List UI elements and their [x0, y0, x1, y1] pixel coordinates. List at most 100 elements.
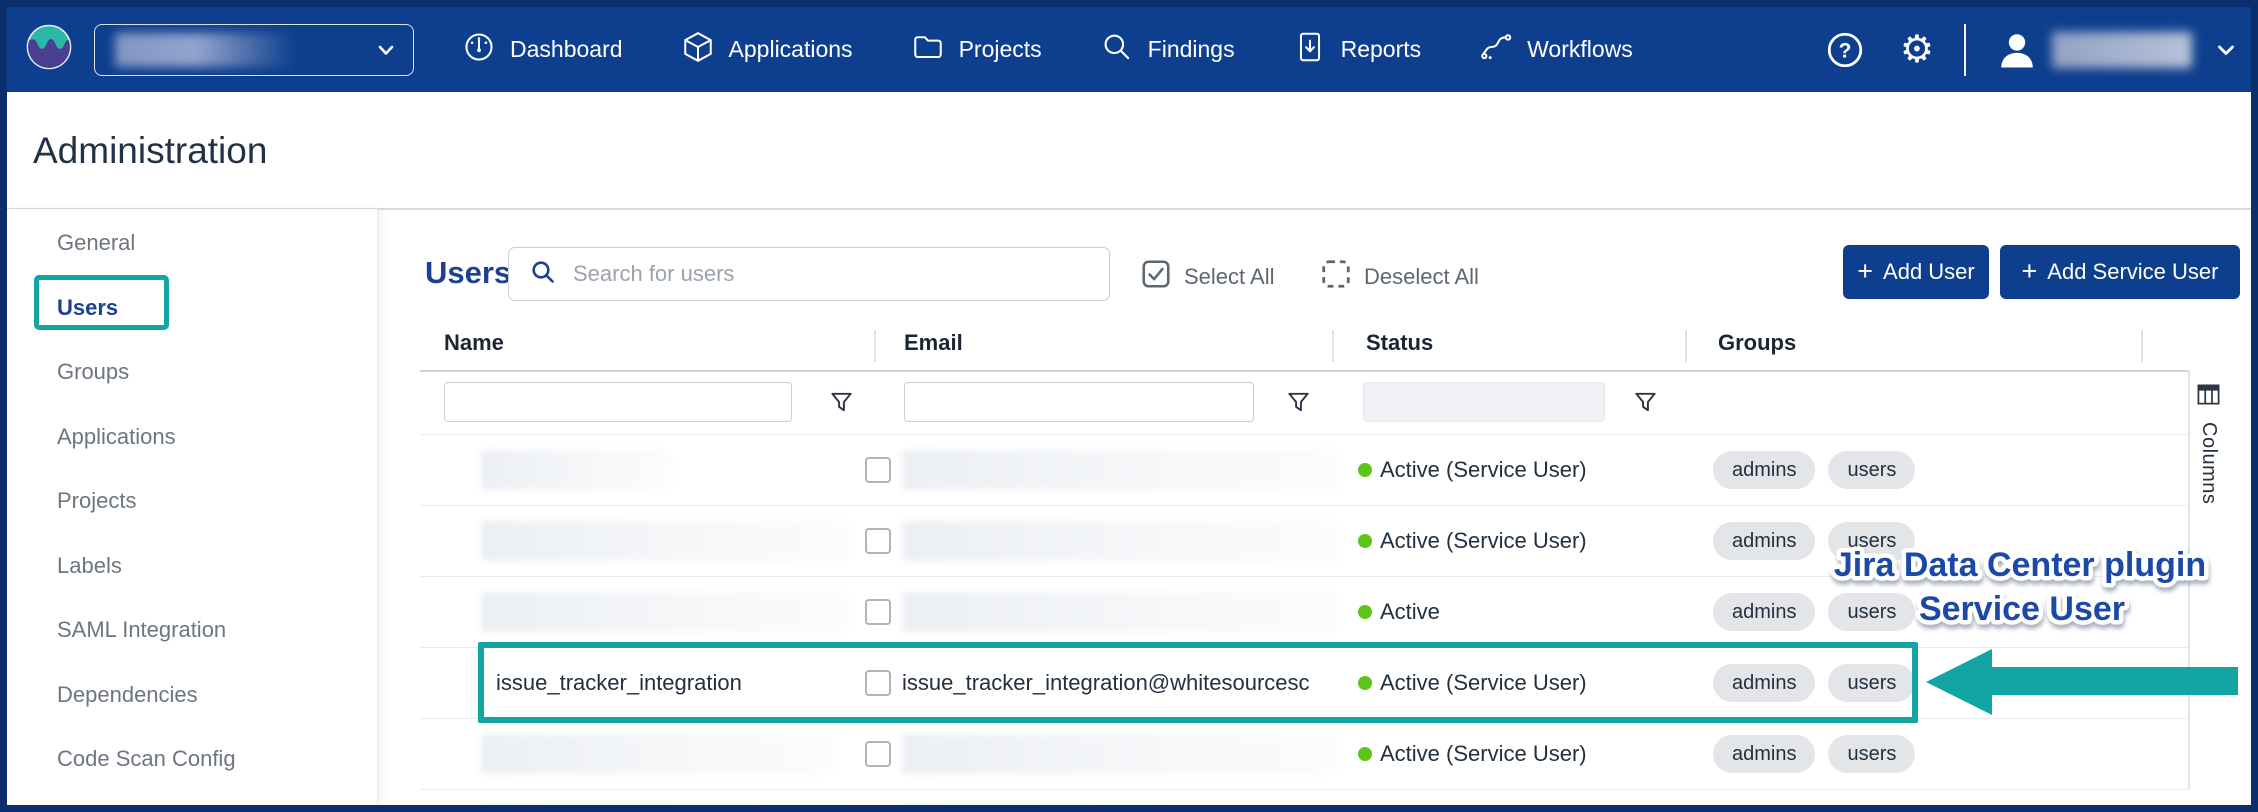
user-search [508, 247, 1110, 301]
status-text: Active [1380, 599, 1440, 625]
header-underline [420, 370, 2188, 372]
group-chip: users [1828, 735, 1915, 773]
group-chip: admins [1713, 451, 1815, 489]
sidebar-item-code-scan-config[interactable]: Code Scan Config [7, 727, 377, 792]
column-separator [1332, 330, 1334, 362]
table-row: Active (Service User) admins users [420, 434, 2188, 505]
name-redacted [481, 734, 833, 774]
navbar-right: ? ⚙ [1824, 24, 2238, 76]
row-checkbox[interactable] [865, 457, 891, 483]
deselect-all-dashed-square-icon [1320, 258, 1352, 296]
email-redacted [902, 805, 1160, 812]
status-text: Active (Service User) [1380, 457, 1587, 483]
row-checkbox[interactable] [865, 741, 891, 767]
table-row: Active (Service User) admins users [420, 505, 2188, 576]
status-dot [1358, 747, 1372, 761]
user-name-redacted [2052, 32, 2192, 68]
column-header-name[interactable]: Name [444, 330, 504, 356]
group-chip: admins [1713, 593, 1815, 631]
status-dot [1358, 605, 1372, 619]
add-user-label: Add User [1883, 259, 1975, 285]
dashboard-gauge-icon [462, 30, 496, 70]
nav-reports[interactable]: Reports [1293, 30, 1422, 70]
nav-applications[interactable]: Applications [681, 30, 853, 70]
group-chip: users [1828, 451, 1915, 489]
email-filter-input[interactable] [904, 382, 1254, 422]
column-separator [1685, 330, 1687, 362]
user-name: issue_tracker_integration [496, 670, 742, 696]
select-all-checkbox-icon [1140, 258, 1172, 296]
organization-dropdown[interactable] [94, 24, 414, 76]
annotation-arrow-head-icon [1926, 649, 1992, 715]
group-chip: users [1828, 522, 1915, 560]
sidebar-item-labels[interactable]: Labels [7, 534, 377, 599]
email-redacted [902, 592, 1340, 632]
group-chip: admins [1713, 664, 1815, 702]
columns-panel-border [2188, 370, 2190, 789]
select-all-button[interactable]: Select All [1140, 258, 1275, 296]
status-dot [1358, 534, 1372, 548]
nav-findings-label: Findings [1148, 36, 1235, 63]
sidebar-item-users[interactable]: Users [7, 276, 377, 341]
column-separator [874, 330, 876, 362]
sidebar-item-saml-integration[interactable]: SAML Integration [7, 598, 377, 663]
column-header-status[interactable]: Status [1366, 330, 1433, 356]
admin-sidebar: General Users Groups Applications Projec… [7, 209, 378, 805]
status-filter-input[interactable] [1363, 382, 1605, 422]
add-user-button[interactable]: + Add User [1843, 245, 1989, 299]
nav-projects[interactable]: Projects [911, 30, 1042, 70]
nav-workflows[interactable]: Workflows [1479, 30, 1633, 70]
nav-applications-label: Applications [729, 36, 853, 63]
group-chip: users [1828, 593, 1915, 631]
help-icon[interactable]: ? [1824, 29, 1866, 71]
sidebar-item-groups[interactable]: Groups [7, 340, 377, 405]
group-chip: users [1828, 664, 1915, 702]
nav-findings[interactable]: Findings [1100, 30, 1235, 70]
name-filter-input[interactable] [444, 382, 792, 422]
projects-folder-icon [911, 30, 945, 70]
email-redacted [902, 734, 1340, 774]
groups-cell: admins users [1713, 664, 1915, 702]
groups-cell: admins users [1713, 522, 1915, 560]
name-filter-funnel-icon[interactable] [828, 389, 855, 420]
findings-search-icon [1100, 30, 1134, 70]
organization-name-redacted [115, 33, 295, 67]
status-text: Active (Service User) [1380, 528, 1587, 554]
column-header-email[interactable]: Email [904, 330, 963, 356]
annotation-arrow [1988, 667, 2238, 695]
name-redacted [481, 805, 845, 812]
sidebar-item-dependencies[interactable]: Dependencies [7, 663, 377, 728]
row-checkbox[interactable] [865, 528, 891, 554]
nav-projects-label: Projects [959, 36, 1042, 63]
row-checkbox[interactable] [865, 670, 891, 696]
deselect-all-button[interactable]: Deselect All [1320, 258, 1479, 296]
user-avatar-icon[interactable] [1996, 29, 2038, 71]
page-title: Administration [33, 130, 267, 172]
navbar-divider [1964, 24, 1966, 76]
user-menu-chevron-icon[interactable] [2214, 38, 2238, 62]
search-input[interactable] [573, 261, 1093, 287]
plus-icon: + [2022, 256, 2038, 287]
table-row-partial [420, 789, 2188, 812]
workflows-icon [1479, 30, 1513, 70]
add-service-user-label: Add Service User [2047, 259, 2218, 285]
settings-gear-icon[interactable]: ⚙ [1900, 31, 1934, 69]
table-row-issue-tracker-integration: issue_tracker_integration issue_tracker_… [420, 647, 2188, 718]
nav-reports-label: Reports [1341, 36, 1422, 63]
row-checkbox[interactable] [865, 599, 891, 625]
groups-cell: admins users [1713, 735, 1915, 773]
column-header-groups[interactable]: Groups [1718, 330, 1796, 356]
sidebar-item-applications[interactable]: Applications [7, 405, 377, 470]
status-filter-funnel-icon[interactable] [1632, 389, 1659, 420]
status-dot [1358, 676, 1372, 690]
nav-dashboard-label: Dashboard [510, 36, 623, 63]
applications-cube-icon [681, 30, 715, 70]
sidebar-item-general[interactable]: General [7, 211, 377, 276]
columns-tab[interactable]: Columns [2196, 382, 2221, 504]
status-text: Active (Service User) [1380, 741, 1587, 767]
nav-dashboard[interactable]: Dashboard [462, 30, 623, 70]
email-filter-funnel-icon[interactable] [1285, 389, 1312, 420]
add-service-user-button[interactable]: + Add Service User [2000, 245, 2240, 299]
sidebar-item-projects[interactable]: Projects [7, 469, 377, 534]
group-chip: admins [1713, 522, 1815, 560]
